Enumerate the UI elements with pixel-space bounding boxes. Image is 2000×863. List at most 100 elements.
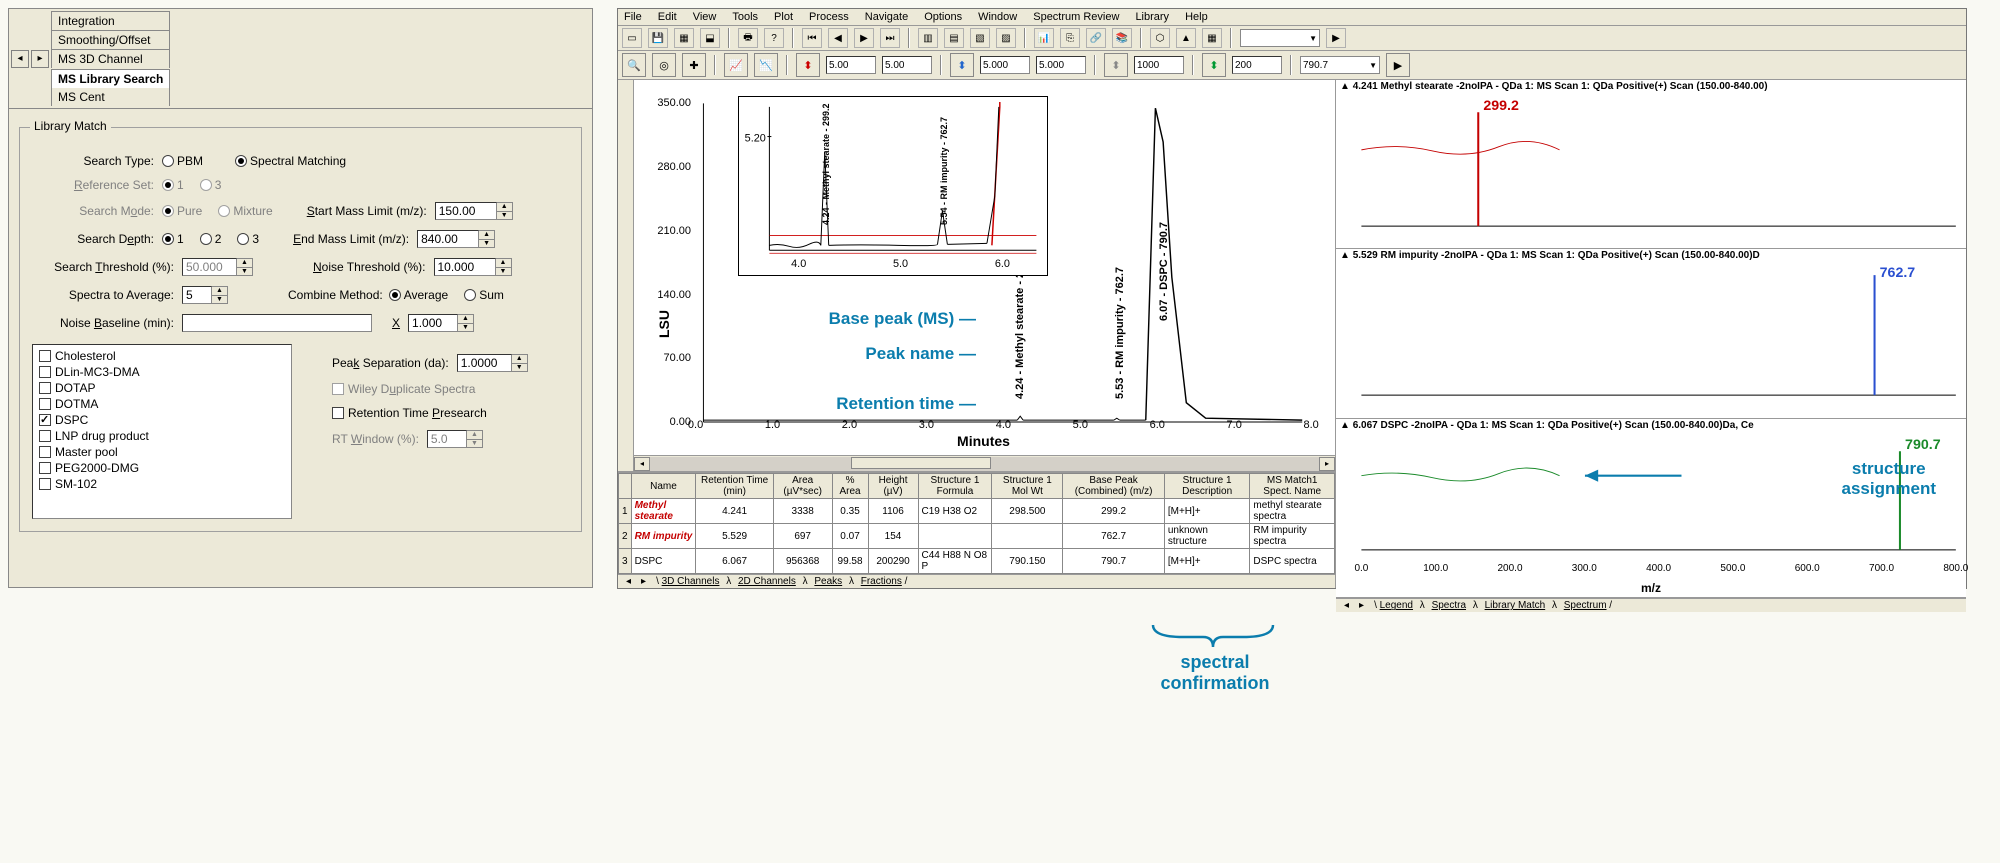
lib-item-cholesterol[interactable]: Cholesterol <box>39 348 285 364</box>
tb-play-icon[interactable]: ▶ <box>1326 28 1346 48</box>
menu-plot[interactable]: Plot <box>774 11 793 23</box>
results-table[interactable]: NameRetention Time (min)Area (µV*sec)% A… <box>618 472 1335 574</box>
lib-checkbox[interactable] <box>39 446 51 458</box>
tb-next-icon[interactable]: ▶ <box>854 28 874 48</box>
tb-prev-icon[interactable]: ◀ <box>828 28 848 48</box>
col-header[interactable]: Structure 1 Mol Wt <box>992 474 1063 499</box>
spectra-avg-spinner[interactable]: ▲▼ <box>212 286 228 304</box>
tb2-go-icon[interactable]: ▶ <box>1386 53 1410 77</box>
menu-window[interactable]: Window <box>978 11 1017 23</box>
tb-dropdown-1[interactable]: ▼ <box>1240 29 1320 47</box>
start-mass-input[interactable] <box>435 202 497 220</box>
tb2-input-2[interactable] <box>882 56 932 74</box>
tb2-zoom-icon[interactable]: 🔍 <box>622 53 646 77</box>
noise-threshold-spinner[interactable]: ▲▼ <box>496 258 512 276</box>
menu-process[interactable]: Process <box>809 11 849 23</box>
tab-smoothing-offset[interactable]: Smoothing/Offset <box>51 30 170 49</box>
tb-table-icon[interactable]: ▦ <box>1202 28 1222 48</box>
table-row[interactable]: 2RM impurity5.5296970.07154762.7unknown … <box>619 524 1335 549</box>
lib-checkbox[interactable] <box>39 398 51 410</box>
tb-save-icon[interactable]: 💾 <box>648 28 668 48</box>
tabscroll-right-button[interactable]: ▸ <box>31 50 49 68</box>
tb2-input-4[interactable] <box>1036 56 1086 74</box>
lib-item-lnp-drug-product[interactable]: LNP drug product <box>39 428 285 444</box>
tb-spectrum-icon[interactable]: 📊 <box>1034 28 1054 48</box>
search-type-spectral-radio[interactable] <box>235 155 247 167</box>
peak-sep-spinner[interactable]: ▲▼ <box>512 354 528 372</box>
col-header[interactable]: Structure 1 Description <box>1164 474 1250 499</box>
tb-mol-icon[interactable]: ⬡ <box>1150 28 1170 48</box>
lib-checkbox[interactable] <box>39 366 51 378</box>
tb2-blue-icon[interactable]: ⬍ <box>950 53 974 77</box>
tb2-mz-dropdown[interactable]: 790.7▼ <box>1300 56 1380 74</box>
tab-integration[interactable]: Integration <box>51 11 170 30</box>
col-header[interactable]: Area (µV*sec) <box>773 474 832 499</box>
tb-first-icon[interactable]: ⏮ <box>802 28 822 48</box>
noise-threshold-input[interactable] <box>434 258 496 276</box>
table-row[interactable]: 3DSPC6.06795636899.58200290C44 H88 N O8 … <box>619 549 1335 574</box>
depth-2-radio[interactable] <box>200 233 212 245</box>
lib-checkbox[interactable] <box>39 478 51 490</box>
menu-tools[interactable]: Tools <box>732 11 758 23</box>
start-mass-spinner[interactable]: ▲▼ <box>497 202 513 220</box>
tb-lib-icon[interactable]: 📚 <box>1112 28 1132 48</box>
tb-view2-icon[interactable]: ▤ <box>944 28 964 48</box>
tb-query-icon[interactable]: ? <box>764 28 784 48</box>
tb-peak-icon[interactable]: ▲ <box>1176 28 1196 48</box>
lib-checkbox[interactable] <box>39 382 51 394</box>
tb2-grey-icon[interactable]: ⬍ <box>1104 53 1128 77</box>
tb-print-icon[interactable]: 🖶 <box>738 28 758 48</box>
search-type-pbm-radio[interactable] <box>162 155 174 167</box>
lib-checkbox[interactable] <box>39 414 51 426</box>
col-header[interactable]: MS Match1 Spect. Name <box>1250 474 1335 499</box>
col-header[interactable]: Retention Time (min) <box>696 474 773 499</box>
tb-last-icon[interactable]: ⏭ <box>880 28 900 48</box>
end-mass-input[interactable] <box>417 230 479 248</box>
col-header[interactable]: Base Peak (Combined) (m/z) <box>1063 474 1165 499</box>
tb2-marker-icon[interactable]: ✚ <box>682 53 706 77</box>
x-factor-spinner[interactable]: ▲▼ <box>458 314 474 332</box>
col-header[interactable]: Name <box>631 474 696 499</box>
tb2-chart1-icon[interactable]: 📈 <box>724 53 748 77</box>
tb2-input-6[interactable] <box>1232 56 1282 74</box>
col-header[interactable]: Height (µV) <box>868 474 918 499</box>
spectrum-panel-2[interactable]: ▲ 5.529 RM impurity -2noIPA - QDa 1: MS … <box>1336 249 1966 418</box>
tabscroll-left-button[interactable]: ◂ <box>11 50 29 68</box>
x-factor-input[interactable] <box>408 314 458 332</box>
rt-presearch-checkbox[interactable] <box>332 407 344 419</box>
tb-grid-icon[interactable]: ▦ <box>674 28 694 48</box>
tb2-input-5[interactable] <box>1134 56 1184 74</box>
peak-sep-input[interactable] <box>457 354 512 372</box>
spectrum-panel-3[interactable]: ▲ 6.067 DSPC -2noIPA - QDa 1: MS Scan 1:… <box>1336 419 1966 599</box>
tab-ms-cent[interactable]: MS Cent <box>51 87 170 106</box>
lib-item-dspc[interactable]: DSPC <box>39 412 285 428</box>
tb-permutation-icon[interactable]: ⬓ <box>700 28 720 48</box>
menu-library[interactable]: Library <box>1135 11 1169 23</box>
noise-baseline-input[interactable] <box>182 314 372 332</box>
spectra-avg-input[interactable] <box>182 286 212 304</box>
tb2-chart2-icon[interactable]: 📉 <box>754 53 778 77</box>
tb-open-icon[interactable]: ▭ <box>622 28 642 48</box>
menu-view[interactable]: View <box>693 11 717 23</box>
spectrum-panel-1[interactable]: ▲ 4.241 Methyl stearate -2noIPA - QDa 1:… <box>1336 80 1966 249</box>
tb-link-icon[interactable]: 🔗 <box>1086 28 1106 48</box>
col-header[interactable]: Structure 1 Formula <box>918 474 992 499</box>
combine-sum-radio[interactable] <box>464 289 476 301</box>
table-row[interactable]: 1Methyl stearate4.24133380.351106C19 H38… <box>619 499 1335 524</box>
col-header[interactable]: % Area <box>832 474 868 499</box>
lib-checkbox[interactable] <box>39 430 51 442</box>
tb2-input-1[interactable] <box>826 56 876 74</box>
combine-average-radio[interactable] <box>389 289 401 301</box>
lib-item-peg2000-dmg[interactable]: PEG2000-DMG <box>39 460 285 476</box>
lib-item-dotap[interactable]: DOTAP <box>39 380 285 396</box>
tb2-red-icon[interactable]: ⬍ <box>796 53 820 77</box>
tb-view3-icon[interactable]: ▧ <box>970 28 990 48</box>
chrom-hscroll[interactable]: ◂▸ <box>634 455 1335 471</box>
lib-checkbox[interactable] <box>39 350 51 362</box>
library-listbox[interactable]: CholesterolDLin-MC3-DMADOTAPDOTMADSPCLNP… <box>32 344 292 519</box>
lib-item-sm-102[interactable]: SM-102 <box>39 476 285 492</box>
menu-help[interactable]: Help <box>1185 11 1208 23</box>
lib-checkbox[interactable] <box>39 462 51 474</box>
bottom-tabs-right[interactable]: ◂▸ \ Legend λ Spectra λ Library Match λ … <box>1336 598 1966 612</box>
tb-view1-icon[interactable]: ▥ <box>918 28 938 48</box>
